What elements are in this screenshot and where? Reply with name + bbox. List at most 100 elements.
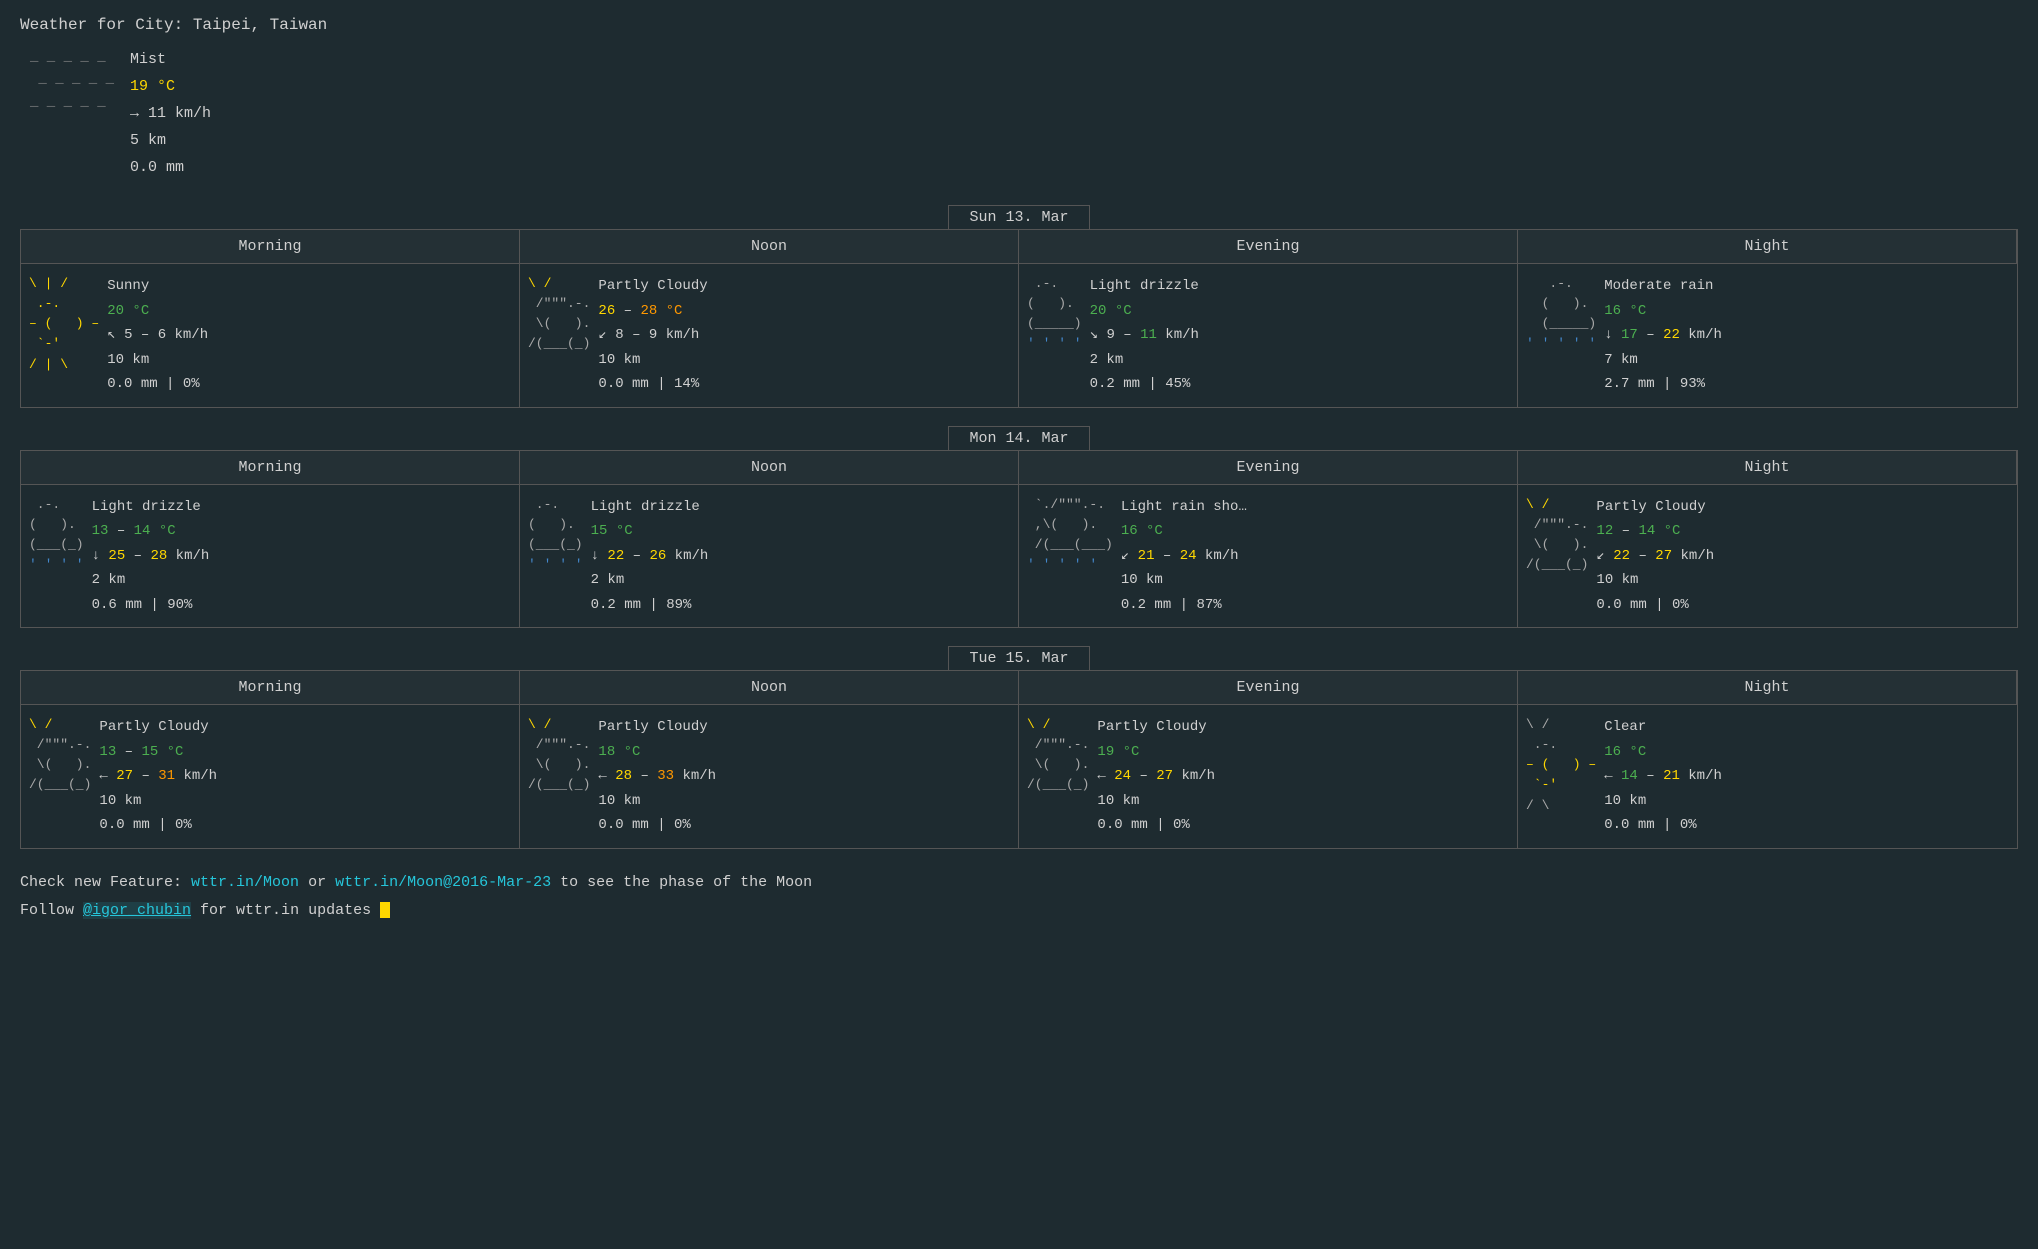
day-label-2: Tue 15. Mar	[948, 646, 1089, 671]
precip-2-1: 0.0 mm | 0%	[598, 813, 716, 838]
period-cell-2-1: \ / /""".-. \( ). /(___(_) Partly Cloudy…	[520, 705, 1019, 848]
temp-1-3: 12 – 14 °C	[1596, 519, 1714, 544]
condition-0-3: Moderate rain	[1604, 274, 1722, 299]
footer-link2[interactable]: wttr.in/Moon@2016-Mar-23	[335, 874, 551, 891]
precip-2-2: 0.0 mm | 0%	[1097, 813, 1215, 838]
precip-2-3: 0.0 mm | 0%	[1604, 813, 1722, 838]
footer-line2: Follow @igor_chubin for wttr.in updates	[20, 897, 2018, 926]
weather-icon-1-1: .-. ( ). (___(_) ' ' ' '	[528, 495, 583, 576]
vis-2-2: 10 km	[1097, 789, 1215, 814]
temp-1-2: 16 °C	[1121, 519, 1247, 544]
footer-suffix1: to see the phase of the Moon	[551, 874, 812, 891]
precip-0-0: 0.0 mm | 0%	[107, 372, 208, 397]
temp-2-0: 13 – 15 °C	[99, 740, 217, 765]
condition-2-0: Partly Cloudy	[99, 715, 217, 740]
temp-0-2: 20 °C	[1090, 299, 1199, 324]
period-cell-0-3: .-. ( ). (_____) ' ' ' ' ' Moderate rain…	[1518, 264, 2017, 407]
vis-1-2: 10 km	[1121, 568, 1247, 593]
footer-prefix2: Follow	[20, 902, 83, 919]
period-cell-1-0: .-. ( ). (___(_) ' ' ' ' Light drizzle 1…	[21, 485, 520, 628]
vis-1-1: 2 km	[591, 568, 709, 593]
period-header-1-2: Evening	[1019, 451, 1518, 485]
period-cell-2-3: \ / .-. – ( ) – `-' / \ Clear 16 °C ← 14…	[1518, 705, 2017, 848]
weather-details-1-1: Light drizzle 15 °C ↓ 22 – 26 km/h 2 km …	[591, 495, 709, 618]
day-section-0: Sun 13. MarMorningNoonEveningNight\ | / …	[20, 205, 2018, 408]
condition-1-1: Light drizzle	[591, 495, 709, 520]
wind-1-0: ↓ 25 – 28 km/h	[92, 544, 210, 569]
period-header-0-1: Noon	[520, 230, 1019, 264]
condition-0-1: Partly Cloudy	[598, 274, 707, 299]
precip-2-0: 0.0 mm | 0%	[99, 813, 217, 838]
temp-2-2: 19 °C	[1097, 740, 1215, 765]
period-cell-2-2: \ / /""".-. \( ). /(___(_) Partly Cloudy…	[1019, 705, 1518, 848]
current-temp: 19 °C	[130, 73, 211, 100]
day-grid-1: MorningNoonEveningNight .-. ( ). (___(_)…	[20, 450, 2018, 629]
wind-2-1: ← 28 – 33 km/h	[598, 764, 716, 789]
weather-icon-2-1: \ / /""".-. \( ). /(___(_)	[528, 715, 590, 796]
weather-icon-1-2: `./""".-. ,\( ). /(___(___) ' ' ' ' '	[1027, 495, 1113, 576]
period-header-0-3: Night	[1518, 230, 2017, 264]
temp-0-1: 26 – 28 °C	[598, 299, 707, 324]
condition-0-0: Sunny	[107, 274, 208, 299]
day-section-2: Tue 15. MarMorningNoonEveningNight\ / /"…	[20, 646, 2018, 849]
period-header-1-1: Noon	[520, 451, 1019, 485]
vis-0-2: 2 km	[1090, 348, 1199, 373]
period-header-0-0: Morning	[21, 230, 520, 264]
period-header-1-0: Morning	[21, 451, 520, 485]
weather-icon-0-0: \ | / .-. – ( ) – `-' / | \	[29, 274, 99, 375]
condition-2-2: Partly Cloudy	[1097, 715, 1215, 740]
period-header-2-0: Morning	[21, 671, 520, 705]
period-cell-1-3: \ / /""".-. \( ). /(___(_) Partly Cloudy…	[1518, 485, 2017, 628]
current-condition: Mist	[130, 46, 211, 73]
condition-2-3: Clear	[1604, 715, 1722, 740]
period-cell-2-0: \ / /""".-. \( ). /(___(_) Partly Cloudy…	[21, 705, 520, 848]
temp-1-1: 15 °C	[591, 519, 709, 544]
cursor	[380, 902, 390, 918]
day-label-0: Sun 13. Mar	[948, 205, 1089, 230]
weather-details-2-3: Clear 16 °C ← 14 – 21 km/h 10 km 0.0 mm …	[1604, 715, 1722, 838]
weather-details-2-2: Partly Cloudy 19 °C ← 24 – 27 km/h 10 km…	[1097, 715, 1215, 838]
vis-0-0: 10 km	[107, 348, 208, 373]
wind-1-1: ↓ 22 – 26 km/h	[591, 544, 709, 569]
wind-0-2: ↘ 9 – 11 km/h	[1090, 323, 1199, 348]
footer-link1[interactable]: wttr.in/Moon	[191, 874, 299, 891]
vis-2-3: 10 km	[1604, 789, 1722, 814]
precip-1-0: 0.6 mm | 90%	[92, 593, 210, 618]
period-cell-0-2: .-. ( ). (_____) ' ' ' ' Light drizzle 2…	[1019, 264, 1518, 407]
period-cell-0-0: \ | / .-. – ( ) – `-' / | \ Sunny 20 °C …	[21, 264, 520, 407]
footer: Check new Feature: wttr.in/Moon or wttr.…	[20, 869, 2018, 926]
footer-middle: or	[299, 874, 335, 891]
footer-line1: Check new Feature: wttr.in/Moon or wttr.…	[20, 869, 2018, 898]
vis-1-3: 10 km	[1596, 568, 1714, 593]
day-label-1: Mon 14. Mar	[948, 426, 1089, 451]
weather-icon-1-3: \ / /""".-. \( ). /(___(_)	[1526, 495, 1588, 576]
vis-1-0: 2 km	[92, 568, 210, 593]
current-precip: 0.0 mm	[130, 154, 211, 181]
day-section-1: Mon 14. MarMorningNoonEveningNight .-. (…	[20, 426, 2018, 629]
vis-2-1: 10 km	[598, 789, 716, 814]
period-cell-1-1: .-. ( ). (___(_) ' ' ' ' Light drizzle 1…	[520, 485, 1019, 628]
current-weather: _ _ _ _ _ _ _ _ _ _ _ _ _ _ _ Mist 19 °C…	[20, 46, 2018, 181]
condition-2-1: Partly Cloudy	[598, 715, 716, 740]
weather-icon-2-2: \ / /""".-. \( ). /(___(_)	[1027, 715, 1089, 796]
wind-0-1: ↙ 8 – 9 km/h	[598, 323, 707, 348]
condition-1-2: Light rain sho…	[1121, 495, 1247, 520]
precip-0-1: 0.0 mm | 14%	[598, 372, 707, 397]
footer-prefix1: Check new Feature:	[20, 874, 191, 891]
footer-handle[interactable]: @igor_chubin	[83, 902, 191, 919]
current-visibility: 5 km	[130, 127, 211, 154]
condition-1-3: Partly Cloudy	[1596, 495, 1714, 520]
vis-0-3: 7 km	[1604, 348, 1722, 373]
period-header-2-3: Night	[1518, 671, 2017, 705]
weather-icon-2-0: \ / /""".-. \( ). /(___(_)	[29, 715, 91, 796]
weather-details-0-2: Light drizzle 20 °C ↘ 9 – 11 km/h 2 km 0…	[1090, 274, 1199, 397]
weather-details-2-0: Partly Cloudy 13 – 15 °C ← 27 – 31 km/h …	[99, 715, 217, 838]
condition-1-0: Light drizzle	[92, 495, 210, 520]
precip-0-2: 0.2 mm | 45%	[1090, 372, 1199, 397]
precip-0-3: 2.7 mm | 93%	[1604, 372, 1722, 397]
period-header-1-3: Night	[1518, 451, 2017, 485]
wind-2-2: ← 24 – 27 km/h	[1097, 764, 1215, 789]
wind-0-0: ↖ 5 – 6 km/h	[107, 323, 208, 348]
footer-suffix2: for wttr.in updates	[191, 902, 371, 919]
wind-0-3: ↓ 17 – 22 km/h	[1604, 323, 1722, 348]
